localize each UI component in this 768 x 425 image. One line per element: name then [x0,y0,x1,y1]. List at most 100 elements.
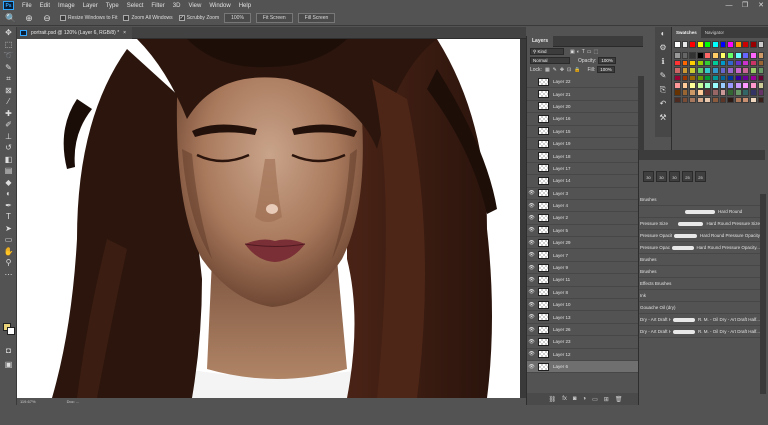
color-swatch[interactable] [734,59,742,67]
color-swatch[interactable] [681,74,689,82]
menu-type[interactable]: Type [102,3,123,9]
zoom-100-button[interactable]: 100% [224,13,251,23]
adjustments-panel-icon[interactable]: ⚙ [655,41,671,55]
color-swatch[interactable] [674,82,681,89]
blur-tool-icon[interactable]: ◆ [0,177,17,189]
type-tool-icon[interactable]: T [0,211,17,223]
lock-icons[interactable]: ▦✎✥⊡🔒 [545,67,584,73]
color-swatch[interactable] [704,89,712,96]
layer-row[interactable]: 👁 Layer 3 [527,188,638,200]
brush-preset-row[interactable]: Hard Round [639,206,760,218]
color-swatch[interactable] [742,82,750,89]
fill-input[interactable]: 100% [597,66,616,73]
visibility-eye-icon[interactable]: 👁 [527,265,536,271]
gradient-tool-icon[interactable]: ▤ [0,165,17,177]
tab-navigator[interactable]: Navigator [701,27,728,38]
layer-kind-filter[interactable]: ⚲ Kind [530,48,564,55]
properties-panel-icon[interactable]: ⚒ [655,111,671,125]
color-swatch[interactable] [696,89,704,96]
fill-screen-button[interactable]: Fill Screen [297,13,336,23]
layer-row[interactable]: Layer 19 [527,138,638,151]
opacity-input[interactable]: 100% [598,57,617,64]
color-swatch[interactable] [674,96,681,104]
layer-row[interactable]: 👁 Layer 13 [527,311,638,324]
menu-help[interactable]: Help [235,3,255,9]
color-swatch[interactable] [689,52,696,59]
brush-tip[interactable]: 25 [682,170,693,182]
brush-preset-row[interactable]: Pressure Size Hard Round Pressure Size [639,218,760,230]
color-swatch[interactable] [757,59,765,67]
layer-row[interactable]: 👁 Layer 2 [527,212,638,225]
blend-mode-select[interactable]: Normal [530,57,570,64]
color-swatch[interactable] [757,52,765,59]
menu-window[interactable]: Window [205,3,234,9]
delete-layer-icon[interactable]: 🗑 [615,396,623,403]
color-swatch[interactable] [727,96,734,104]
color-swatch[interactable] [696,41,704,48]
frame-tool-icon[interactable]: ⊠ [0,85,17,97]
document-tab[interactable]: portrait.psd @ 120% (Layer 6, RGB/8) * × [17,27,133,39]
color-swatch[interactable] [704,41,712,48]
zoom-tool-icon[interactable]: 🔍 [4,12,18,24]
color-swatch[interactable] [681,82,689,89]
brush-preset-row[interactable]: Effects Brushes [639,278,760,290]
visibility-eye-icon[interactable]: 👁 [527,339,536,345]
color-swatch[interactable] [681,59,689,67]
visibility-eye-icon[interactable]: 👁 [527,240,536,246]
filter-icons[interactable]: ▣◐T▭⬚ [570,49,600,55]
brush-preset-row[interactable]: Dry - Art Draft Half... R. M. - Oil Dry -… [639,314,760,326]
color-swatch[interactable] [727,82,734,89]
color-swatch[interactable] [750,67,757,74]
color-swatch[interactable] [689,41,696,48]
color-swatch[interactable] [689,67,696,74]
color-swatch[interactable] [704,96,712,104]
brush-tool-icon[interactable]: ✐ [0,119,17,131]
pen-tool-icon[interactable]: ✒ [0,200,17,212]
background-color-swatch[interactable] [7,327,15,335]
color-swatch[interactable] [712,96,719,104]
brush-preset-row[interactable]: Ink [639,290,760,302]
layer-row[interactable]: 👁 Layer 4 [527,200,638,213]
color-swatch[interactable] [734,74,742,82]
visibility-eye-icon[interactable]: 👁 [527,203,536,209]
color-swatch[interactable] [750,52,757,59]
zoom-in-icon[interactable]: ⊕ [22,12,36,24]
screen-mode-icon[interactable]: ▣ [0,359,17,371]
marquee-tool-icon[interactable]: ⬚ [0,39,17,51]
color-swatch[interactable] [757,96,765,104]
color-swatch[interactable] [734,96,742,104]
color-swatch[interactable] [757,74,765,82]
color-swatch[interactable] [704,59,712,67]
dodge-tool-icon[interactable]: ◐ [0,188,17,200]
color-swatch[interactable] [742,89,750,96]
hand-tool-icon[interactable]: ✋ [0,246,17,258]
visibility-eye-icon[interactable]: 👁 [527,327,536,333]
color-swatch[interactable] [719,59,727,67]
healing-brush-tool-icon[interactable]: ✚ [0,108,17,120]
visibility-eye-icon[interactable]: 👁 [527,277,536,283]
canvas[interactable] [17,39,526,398]
menu-3d[interactable]: 3D [169,3,185,9]
brushes-scrollbar[interactable] [760,194,766,394]
color-swatch[interactable] [674,41,681,48]
clone-stamp-tool-icon[interactable]: ⊥ [0,131,17,143]
color-swatch[interactable] [734,52,742,59]
layer-row[interactable]: Layer 21 [527,88,638,101]
color-swatch[interactable] [674,74,681,82]
color-swatch[interactable] [681,96,689,104]
color-swatch[interactable] [704,82,712,89]
color-swatch[interactable] [712,59,719,67]
color-panel-icon[interactable]: ◐ [655,27,671,41]
layer-row[interactable]: Layer 20 [527,101,638,114]
color-swatch[interactable] [681,52,689,59]
color-swatch[interactable] [727,41,734,48]
color-swatch[interactable] [674,59,681,67]
color-swatch[interactable] [696,52,704,59]
color-swatch[interactable] [696,96,704,104]
color-swatch[interactable] [757,41,765,48]
layer-row[interactable]: 👁 Layer 12 [527,349,638,361]
color-swatch[interactable] [719,74,727,82]
layer-row[interactable]: 👁 Layer 29 [527,237,638,250]
layer-row[interactable]: 👁 Layer 8 [527,287,638,300]
color-swatch[interactable] [727,59,734,67]
